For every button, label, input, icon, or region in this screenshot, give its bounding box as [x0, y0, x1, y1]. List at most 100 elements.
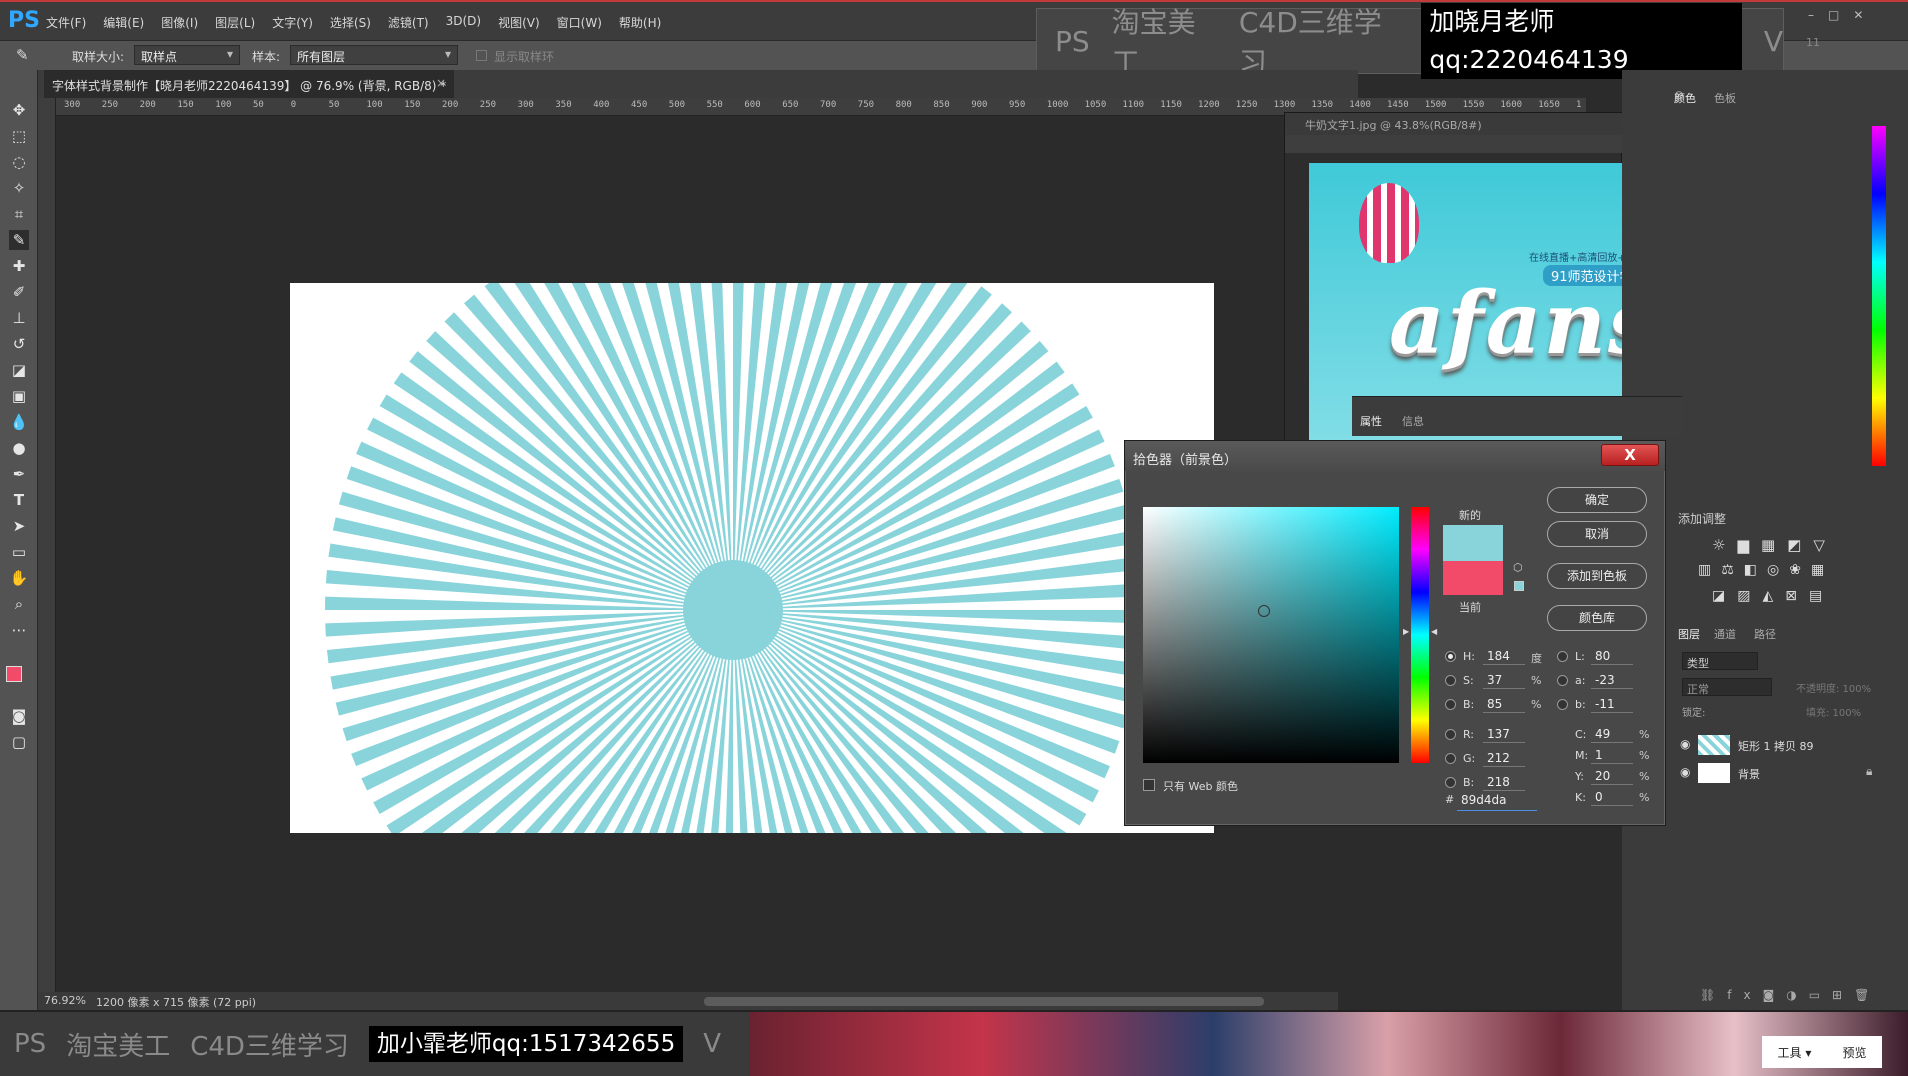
menu-3d[interactable]: 3D(D): [446, 14, 481, 31]
lab-b-field[interactable]: -11: [1591, 695, 1633, 713]
fx-icon[interactable]: fx: [1727, 988, 1762, 1002]
menu-select[interactable]: 选择(S): [330, 14, 371, 31]
lab-l-radio[interactable]: [1557, 651, 1568, 662]
lab-a-field[interactable]: -23: [1591, 671, 1633, 689]
web-safe-swatch[interactable]: [1514, 581, 1524, 591]
opacity-label[interactable]: 不透明度: 100%: [1796, 680, 1871, 695]
color-cursor[interactable]: [1258, 605, 1270, 617]
menu-image[interactable]: 图像(I): [161, 14, 198, 31]
hue-slider[interactable]: [1411, 507, 1429, 763]
brightness-radio[interactable]: [1445, 699, 1456, 710]
menu-edit[interactable]: 编辑(E): [103, 14, 144, 31]
channels-tab[interactable]: 通道: [1714, 626, 1736, 642]
layer-row[interactable]: ◉ 背景 🔒︎: [1672, 760, 1908, 786]
more-tools-icon[interactable]: ⋯: [9, 620, 29, 640]
menu-layer[interactable]: 图层(L): [215, 14, 255, 31]
close-tab-icon[interactable]: ×: [436, 76, 446, 90]
lab-a-radio[interactable]: [1557, 675, 1568, 686]
menu-filter[interactable]: 滤镜(T): [388, 14, 429, 31]
gradient-tool-icon[interactable]: ▣: [9, 386, 29, 406]
web-colors-checkbox[interactable]: [1143, 779, 1155, 791]
color-spectrum-strip[interactable]: [1872, 126, 1886, 466]
layers-tab[interactable]: 图层: [1678, 626, 1700, 642]
ok-button[interactable]: 确定: [1547, 487, 1647, 513]
close-button[interactable]: X: [1601, 444, 1659, 466]
current-color-swatch[interactable]: [1443, 561, 1503, 595]
saturation-brightness-field[interactable]: [1143, 507, 1399, 763]
blur-tool-icon[interactable]: 💧: [9, 412, 29, 432]
properties-tab[interactable]: 属性: [1360, 413, 1382, 429]
saturation-radio[interactable]: [1445, 675, 1456, 686]
link-icon[interactable]: ⛓: [1700, 988, 1727, 1002]
red-radio[interactable]: [1445, 729, 1456, 740]
adjustment-icon[interactable]: ◑: [1786, 988, 1808, 1002]
black-field[interactable]: 0: [1591, 788, 1633, 806]
stamp-tool-icon[interactable]: ⊥: [9, 308, 29, 328]
brightness-field[interactable]: 85: [1483, 695, 1525, 713]
selective-color-icon[interactable]: ⊠: [1785, 588, 1809, 604]
floating-document-title[interactable]: 牛奶文字1.jpg @ 43.8%(RGB/8#): [1285, 113, 1623, 135]
layer-name[interactable]: 矩形 1 拷贝 89: [1738, 738, 1814, 754]
eye-icon[interactable]: ◉: [1680, 737, 1690, 751]
red-field[interactable]: 137: [1483, 725, 1525, 743]
foreground-color-swatch[interactable]: [6, 666, 22, 682]
sample-select[interactable]: 所有图层: [290, 45, 458, 65]
cancel-button[interactable]: 取消: [1547, 521, 1647, 547]
lasso-tool-icon[interactable]: ◌: [9, 152, 29, 172]
folder-icon[interactable]: ▭: [1809, 988, 1832, 1002]
sample-size-select[interactable]: 取样点: [134, 45, 240, 65]
menu-help[interactable]: 帮助(H): [619, 14, 661, 31]
layer-name[interactable]: 背景: [1738, 766, 1760, 782]
history-brush-icon[interactable]: ↺: [9, 334, 29, 354]
brightness-icon[interactable]: ☼: [1712, 536, 1737, 554]
fill-label[interactable]: 填充: 100%: [1806, 704, 1861, 719]
type-tool-icon[interactable]: T: [9, 490, 29, 510]
paths-tab[interactable]: 路径: [1754, 626, 1776, 642]
color-balance-icon[interactable]: ⚖: [1721, 562, 1744, 578]
move-tool-icon[interactable]: ✥: [9, 100, 29, 120]
menu-view[interactable]: 视图(V): [498, 14, 540, 31]
path-select-icon[interactable]: ➤: [9, 516, 29, 536]
blend-mode-select[interactable]: 正常: [1682, 678, 1772, 696]
shape-tool-icon[interactable]: ▭: [9, 542, 29, 562]
hue-saturation-icon[interactable]: ▥: [1698, 562, 1721, 578]
hue-radio[interactable]: [1445, 651, 1456, 662]
color-tab[interactable]: 颜色: [1674, 90, 1696, 106]
gradient-map-icon[interactable]: ▤: [1809, 588, 1834, 604]
document-canvas[interactable]: [290, 283, 1214, 833]
zoom-level[interactable]: 76.92%: [44, 994, 86, 1007]
close-icon[interactable]: ✕: [1853, 8, 1877, 22]
lab-b-radio[interactable]: [1557, 699, 1568, 710]
menu-window[interactable]: 窗口(W): [557, 14, 602, 31]
lookup-icon[interactable]: ▦: [1811, 562, 1834, 578]
vibrance-icon[interactable]: ▽: [1813, 536, 1837, 554]
bw-icon[interactable]: ◧: [1744, 562, 1767, 578]
photo-filter-icon[interactable]: ◎: [1767, 562, 1789, 578]
posterize-icon[interactable]: ▨: [1737, 588, 1762, 604]
levels-icon[interactable]: ▆: [1737, 536, 1761, 554]
curves-icon[interactable]: ▦: [1761, 536, 1787, 554]
saturation-field[interactable]: 37: [1483, 671, 1525, 689]
crop-tool-icon[interactable]: ⌗: [9, 204, 29, 224]
lab-l-field[interactable]: 80: [1591, 647, 1633, 665]
horizontal-scrollbar[interactable]: [704, 997, 1264, 1006]
hue-arrow-left-icon[interactable]: ▶: [1403, 627, 1409, 636]
zoom-tool-icon[interactable]: ⌕: [9, 594, 29, 614]
show-ring-checkbox[interactable]: [476, 50, 487, 61]
brush-tool-icon[interactable]: ✐: [9, 282, 29, 302]
maximize-icon[interactable]: □: [1828, 8, 1853, 22]
green-field[interactable]: 212: [1483, 749, 1525, 767]
marquee-tool-icon[interactable]: ⬚: [9, 126, 29, 146]
eraser-tool-icon[interactable]: ◪: [9, 360, 29, 380]
hand-tool-icon[interactable]: ✋: [9, 568, 29, 588]
menu-file[interactable]: 文件(F): [46, 14, 86, 31]
cube-warning-icon[interactable]: ⬡: [1513, 561, 1523, 574]
eyedropper-tool-icon[interactable]: ✎: [9, 230, 29, 250]
color-libraries-button[interactable]: 颜色库: [1547, 605, 1647, 631]
cyan-field[interactable]: 49: [1591, 725, 1633, 743]
pen-tool-icon[interactable]: ✒: [9, 464, 29, 484]
healing-tool-icon[interactable]: ✚: [9, 256, 29, 276]
minimize-icon[interactable]: –: [1808, 8, 1828, 22]
magic-wand-icon[interactable]: ✧: [9, 178, 29, 198]
exposure-icon[interactable]: ◩: [1787, 536, 1813, 554]
